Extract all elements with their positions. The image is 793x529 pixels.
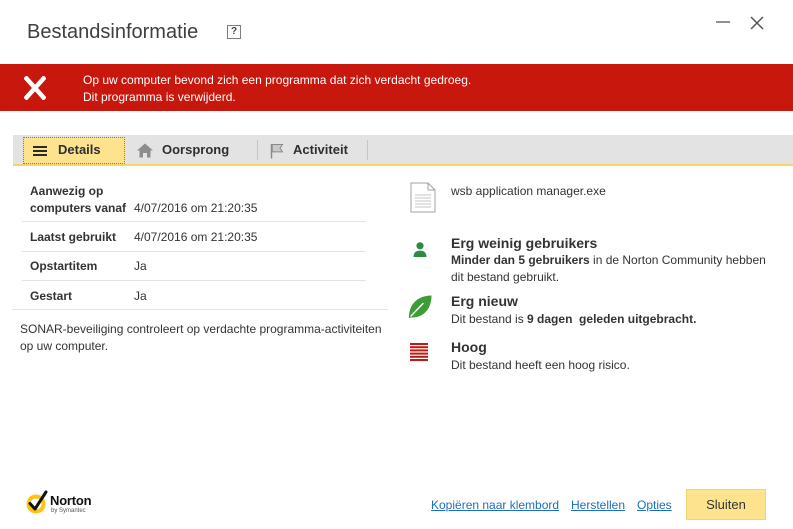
tab-label: Details [58, 142, 101, 157]
file-icon [410, 182, 436, 213]
detail-row-present-since: Aanwezig op computers vanaf 4/07/2016 om… [22, 182, 366, 222]
detail-value: Ja [134, 259, 147, 273]
detail-value: 4/07/2016 om 21:20:35 [134, 201, 258, 215]
rating-desc-emphasis: 9 dagen geleden uitgebracht. [527, 312, 697, 326]
tab-details[interactable]: Details [23, 137, 125, 164]
rating-title-age: Erg nieuw [451, 293, 518, 309]
flag-icon [270, 144, 284, 159]
rating-title-users: Erg weinig gebruikers [451, 235, 598, 251]
detail-label: Aanwezig op computers vanaf [30, 184, 127, 215]
risk-bars-icon [410, 343, 428, 361]
alert-icon-wrap [24, 76, 46, 100]
rating-title-risk: Hoog [451, 339, 487, 355]
detail-value: 4/07/2016 om 21:20:35 [134, 230, 258, 244]
close-icon [750, 16, 764, 30]
threat-alert-banner: Op uw computer bevond zich een programma… [0, 64, 793, 111]
tab-bar: Details Oorsprong Activiteit [13, 135, 793, 166]
rating-desc-text: Dit bestand heeft een hoog risico. [451, 358, 630, 372]
rating-desc-users: Minder dan 5 gebruikers in de Norton Com… [451, 252, 776, 286]
rating-desc-text: Dit bestand is [451, 312, 528, 326]
rating-desc-emphasis: Minder dan 5 gebruikers [451, 253, 590, 267]
norton-logo: Norton by Symantec [25, 489, 99, 519]
detail-label: Laatst gebruikt [30, 230, 117, 244]
close-x-icon [24, 76, 46, 100]
alert-line-2: Dit programma is verwijderd. [83, 90, 236, 104]
tab-label: Activiteit [293, 142, 348, 157]
sonar-note: SONAR-beveiliging controleert op verdach… [20, 322, 382, 353]
alert-line-1: Op uw computer bevond zich een programma… [83, 73, 472, 87]
house-icon [137, 143, 153, 158]
tab-activiteit[interactable]: Activiteit [267, 137, 363, 164]
minimize-button[interactable] [715, 14, 731, 30]
options-link[interactable]: Opties [637, 497, 672, 513]
detail-row-last-used: Laatst gebruikt 4/07/2016 om 21:20:35 [22, 222, 366, 252]
copy-to-clipboard-link[interactable]: Kopiëren naar klembord [431, 497, 559, 513]
detail-row-started: Gestart Ja [22, 281, 366, 310]
help-button[interactable]: ? [227, 25, 241, 39]
close-window-button[interactable] [749, 15, 765, 31]
logo-byline: by Symantec [51, 508, 86, 514]
minimize-icon [716, 21, 730, 23]
restore-link[interactable]: Herstellen [571, 497, 625, 513]
tab-separator [257, 140, 258, 160]
detail-label: Opstartitem [30, 259, 98, 273]
details-table: Aanwezig op computers vanaf 4/07/2016 om… [22, 182, 366, 310]
tab-oorsprong[interactable]: Oorsprong [135, 137, 247, 164]
list-icon [33, 146, 47, 156]
user-icon [413, 242, 427, 257]
details-divider [12, 309, 388, 310]
tab-label: Oorsprong [162, 142, 230, 157]
logo-brand: Norton [50, 493, 92, 508]
leaf-icon [409, 295, 432, 318]
norton-check-icon [26, 490, 48, 514]
window-title: Bestandsinformatie [27, 21, 199, 43]
detail-row-startup-item: Opstartitem Ja [22, 252, 366, 281]
rating-desc-risk: Dit bestand heeft een hoog risico. [451, 357, 776, 374]
alert-message: Op uw computer bevond zich een programma… [83, 72, 471, 106]
rating-desc-age: Dit bestand is 9 dagen geleden uitgebrac… [451, 311, 776, 328]
detail-label: Gestart [30, 289, 73, 303]
file-name: wsb application manager.exe [451, 184, 606, 198]
close-button[interactable]: Sluiten [686, 489, 766, 520]
detail-value: Ja [134, 289, 147, 303]
tab-separator [367, 140, 368, 160]
